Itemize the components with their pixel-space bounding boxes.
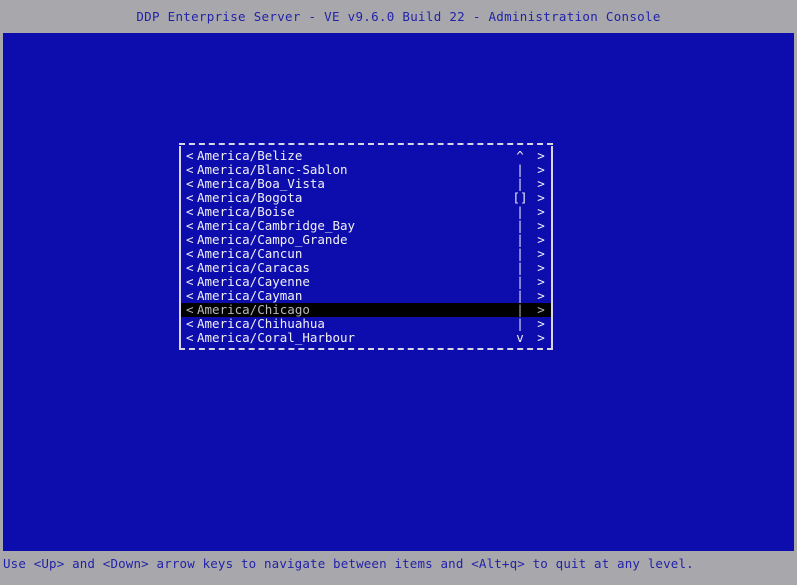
menu-item-row[interactable]: < America/Caracas | > [181,261,551,275]
menu-item-left-marker-icon: < [186,176,194,191]
menu-item-left-marker-icon: < [186,148,194,163]
menu-item-row[interactable]: < America/Chihuahua | > [181,317,551,331]
menu-item-row[interactable]: < America/Cayman | > [181,289,551,303]
menu-item-left-marker-icon: < [186,162,194,177]
menu-item-right-marker-icon: > [537,176,545,191]
menu-item-right-marker-icon: > [537,162,545,177]
menu-item-row[interactable]: < America/Cambridge_Bay | > [181,219,551,233]
menu-item-left-marker-icon: < [186,330,194,345]
menu-item-left-marker-icon: < [186,288,194,303]
status-bar: Use <Up> and <Down> arrow keys to naviga… [0,551,797,585]
menu-item-row[interactable]: < America/Belize ^ > [181,149,551,163]
menu-item-left-marker-icon: < [186,232,194,247]
scrollbar-cell-icon[interactable]: | [509,275,531,289]
menu-item-row[interactable]: < America/Bogota [] > [181,191,551,205]
menu-item-label: America/Cambridge_Bay [197,219,356,233]
page-title: DDP Enterprise Server - VE v9.6.0 Build … [136,9,661,24]
menu-item-right-marker-icon: > [537,148,545,163]
dialog-bottom-border [179,348,553,351]
menu-item-label: America/Chihuahua [197,317,325,331]
scrollbar-cell-icon[interactable]: | [509,289,531,303]
menu-item-label: America/Cancun [197,247,303,261]
scrollbar-cell-icon[interactable]: | [509,261,531,275]
menu-item-left-marker-icon: < [186,274,194,289]
menu-item-row[interactable]: < America/Chicago | > [181,303,551,317]
menu-item-label: America/Boa_Vista [197,177,325,191]
menu-item-right-marker-icon: > [537,302,545,317]
scrollbar-cell-icon[interactable]: ^ [509,149,531,163]
scrollbar-cell-icon[interactable]: | [509,247,531,261]
menu-item-right-marker-icon: > [537,274,545,289]
console-canvas: < America/Belize ^ > < America/Blanc-Sablon | >… [3,33,794,551]
menu-item-label: America/Cayman [197,289,303,303]
timezone-menu-dialog: < America/Belize ^ > < America/Blanc-Sablon | >… [179,143,553,351]
menu-item-right-marker-icon: > [537,232,545,247]
menu-item-right-marker-icon: > [537,260,545,275]
menu-item-label: America/Belize [197,149,303,163]
menu-item-label: America/Blanc-Sablon [197,163,348,177]
scrollbar-cell-icon[interactable]: | [509,317,531,331]
menu-item-right-marker-icon: > [537,218,545,233]
menu-item-label: America/Bogota [197,191,303,205]
title-bar: DDP Enterprise Server - VE v9.6.0 Build … [0,0,797,33]
menu-item-right-marker-icon: > [537,246,545,261]
scrollbar-cell-icon[interactable]: [] [509,191,531,205]
scrollbar-cell-icon[interactable]: v [509,331,531,345]
menu-item-row[interactable]: < America/Blanc-Sablon | > [181,163,551,177]
scrollbar-cell-icon[interactable]: | [509,219,531,233]
menu-item-label: America/Cayenne [197,275,310,289]
menu-item-left-marker-icon: < [186,218,194,233]
menu-item-left-marker-icon: < [186,260,194,275]
menu-item-label: America/Coral_Harbour [197,331,356,345]
scrollbar-cell-icon[interactable]: | [509,233,531,247]
console-screen: DDP Enterprise Server - VE v9.6.0 Build … [0,0,797,585]
menu-item-right-marker-icon: > [537,330,545,345]
menu-item-row[interactable]: < America/Coral_Harbour v > [181,331,551,345]
menu-item-row[interactable]: < America/Boise | > [181,205,551,219]
menu-item-right-marker-icon: > [537,190,545,205]
keyboard-hint-text: Use <Up> and <Down> arrow keys to naviga… [3,556,694,571]
menu-item-left-marker-icon: < [186,204,194,219]
menu-item-label: America/Campo_Grande [197,233,348,247]
menu-item-left-marker-icon: < [186,246,194,261]
menu-item-label: America/Boise [197,205,295,219]
menu-item-row[interactable]: < America/Boa_Vista | > [181,177,551,191]
menu-item-row[interactable]: < America/Cancun | > [181,247,551,261]
scrollbar-cell-icon[interactable]: | [509,163,531,177]
scrollbar-cell-icon[interactable]: | [509,205,531,219]
menu-item-row[interactable]: < America/Campo_Grande | > [181,233,551,247]
menu-item-left-marker-icon: < [186,190,194,205]
menu-item-label: America/Caracas [197,261,310,275]
menu-item-right-marker-icon: > [537,288,545,303]
scrollbar-cell-icon[interactable]: | [509,303,531,317]
menu-item-left-marker-icon: < [186,302,194,317]
menu-item-label: America/Chicago [197,303,310,317]
menu-item-row[interactable]: < America/Cayenne | > [181,275,551,289]
scrollbar-cell-icon[interactable]: | [509,177,531,191]
menu-list[interactable]: < America/Belize ^ > < America/Blanc-Sablon | >… [179,146,553,348]
menu-item-right-marker-icon: > [537,204,545,219]
menu-item-right-marker-icon: > [537,316,545,331]
menu-item-left-marker-icon: < [186,316,194,331]
